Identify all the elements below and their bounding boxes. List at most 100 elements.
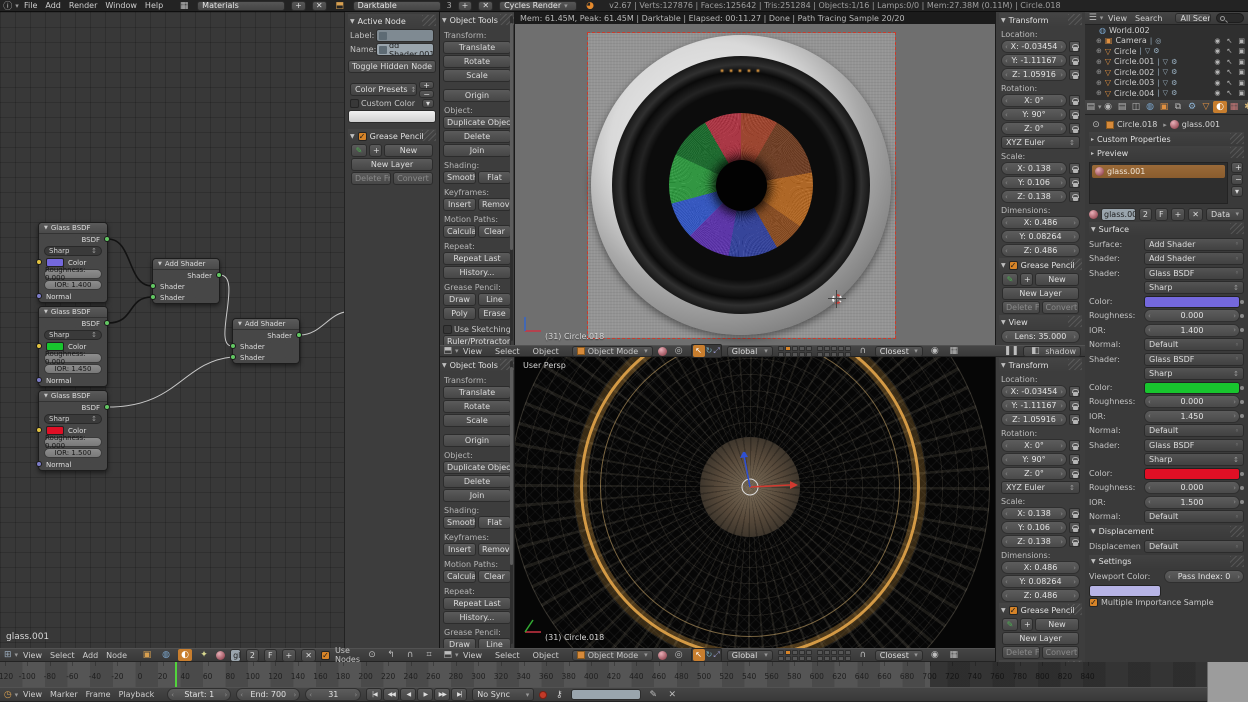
- layer-toggle[interactable]: [785, 352, 791, 357]
- layer-toggle[interactable]: [824, 346, 830, 351]
- scale-z-field[interactable]: ‹Z: 0.138›: [1001, 535, 1067, 548]
- jump-to-start-button[interactable]: |◀: [366, 688, 382, 701]
- screen-layout-field[interactable]: Materials: [197, 1, 285, 11]
- snap-element-dropdown[interactable]: Closest▾: [875, 650, 923, 661]
- rotate-manipulator-icon[interactable]: ↻: [706, 345, 713, 357]
- use-sketching-checkbox[interactable]: [443, 325, 452, 334]
- toggle-hidden-sockets-button[interactable]: Toggle Hidden Node Sockets: [348, 60, 436, 73]
- rotate-manipulator-icon[interactable]: ↻: [706, 649, 713, 661]
- rotation-z-field[interactable]: ‹Z: 0°›: [1001, 467, 1067, 480]
- menu-add[interactable]: Add: [83, 651, 99, 660]
- rotation-z-field[interactable]: ‹Z: 0°›: [1001, 122, 1067, 135]
- node-name-input[interactable]: dd Shader.001: [376, 43, 434, 56]
- color-input-socket[interactable]: [36, 427, 42, 433]
- scene-users-badge[interactable]: 3: [447, 1, 452, 10]
- dimension-z-field[interactable]: ‹Z: 0.486›: [1001, 589, 1080, 602]
- tab-render-layers-icon[interactable]: ▤: [1115, 101, 1129, 113]
- node-header[interactable]: ▼Add Shader: [233, 319, 299, 330]
- proportional-edit-icon[interactable]: ◉: [928, 649, 942, 661]
- render-engine-dropdown[interactable]: Cycles Render▾: [499, 1, 577, 11]
- insert-keyframe-icon[interactable]: ✎: [646, 689, 660, 701]
- translate-manipulator[interactable]: [720, 452, 800, 522]
- pass-index-field[interactable]: ‹Pass Index: 0›: [1164, 570, 1244, 583]
- sync-dropdown[interactable]: No Sync▾: [472, 688, 534, 701]
- roughness-slider[interactable]: Roughness: 0.000: [44, 353, 102, 363]
- location-x-field[interactable]: ‹X: -0.03454›: [1001, 385, 1067, 398]
- material-add-button[interactable]: +: [1171, 208, 1186, 221]
- keying-set-field[interactable]: [571, 689, 641, 700]
- shader-1-dropdown[interactable]: Glass BSDF◦: [1144, 267, 1244, 280]
- grease-draw-icon[interactable]: ✎: [1002, 618, 1018, 631]
- object-tools-panel-header[interactable]: ▼Object Tools: [440, 358, 514, 372]
- tool-erase-button[interactable]: Erase: [478, 307, 511, 320]
- material-users-button[interactable]: 2: [1139, 208, 1152, 221]
- shader-1-roughness-field[interactable]: ‹0.000›: [1144, 309, 1240, 322]
- editor-type-properties-icon[interactable]: ▤▾: [1087, 101, 1101, 113]
- layer-toggle[interactable]: [831, 352, 837, 357]
- pin-icon[interactable]: ⊙: [365, 649, 379, 661]
- layer-toggle[interactable]: [831, 346, 837, 351]
- renderable-camera-icon[interactable]: ▣: [1238, 58, 1245, 66]
- frame-end-field[interactable]: ‹End: 700›: [236, 688, 300, 701]
- shader-3-dropdown[interactable]: Glass BSDF◦: [1144, 439, 1244, 452]
- location-y-field[interactable]: ‹Y: -1.11167›: [1001, 54, 1067, 67]
- roughness-slider[interactable]: Roughness: 0.000: [44, 437, 102, 447]
- scale-y-field[interactable]: ‹Y: 0.106›: [1001, 176, 1067, 189]
- proportional-edit-icon[interactable]: ◉: [928, 345, 942, 357]
- renderable-camera-icon[interactable]: ▣: [1238, 47, 1245, 55]
- menu-view[interactable]: View: [1108, 14, 1127, 23]
- tool-poly-button[interactable]: Poly: [443, 307, 476, 320]
- display-mode-dropdown[interactable]: All Scenes▾: [1175, 13, 1210, 23]
- tool-origin-button[interactable]: Origin: [443, 89, 511, 102]
- scale-manipulator-icon[interactable]: ⤢: [713, 649, 719, 661]
- shader-output-socket[interactable]: [216, 272, 222, 278]
- rotation-y-field[interactable]: ‹Y: 90°›: [1001, 108, 1067, 121]
- layer-toggle[interactable]: [799, 346, 805, 351]
- shader-input-socket-1[interactable]: [150, 283, 156, 289]
- editor-type-timeline-icon[interactable]: ◷▾: [4, 689, 18, 701]
- scene-delete-button[interactable]: ✕: [478, 1, 493, 11]
- menu-node[interactable]: Node: [106, 651, 127, 660]
- layer-toggle[interactable]: [792, 650, 798, 655]
- node-color-swatch[interactable]: [348, 110, 436, 123]
- selectable-arrow-icon[interactable]: ↖: [1227, 47, 1233, 55]
- menu-view[interactable]: View: [23, 690, 42, 699]
- visibility-eye-icon[interactable]: ◉: [1214, 58, 1220, 66]
- grease-new-layer-button[interactable]: New Layer: [1002, 632, 1079, 645]
- outliner-search-input[interactable]: [1216, 13, 1244, 23]
- tool-repeat-last-button[interactable]: Repeat Last: [443, 252, 511, 265]
- link-data-dropdown[interactable]: Data▾: [1206, 208, 1244, 221]
- material-add-button[interactable]: +: [282, 649, 297, 662]
- location-lock-icon[interactable]: [1069, 55, 1080, 66]
- grease-add-button[interactable]: +: [1020, 618, 1033, 631]
- layer-toggle[interactable]: [838, 346, 844, 351]
- tab-material-icon[interactable]: ◐: [1213, 101, 1227, 113]
- rotation-lock-icon[interactable]: [1069, 95, 1080, 106]
- mode-dropdown[interactable]: Object Mode▾: [572, 650, 653, 661]
- render-opengl-icon[interactable]: ▦: [947, 345, 961, 357]
- viewport-wireframe[interactable]: User Persp (31) Circle.018: [515, 357, 995, 648]
- layer-toggle[interactable]: [817, 650, 823, 655]
- fake-user-button[interactable]: F: [264, 649, 277, 662]
- socket-dot[interactable]: [1240, 414, 1244, 418]
- node-header[interactable]: ▼Glass BSDF: [39, 391, 107, 402]
- tool-repeat-last-button[interactable]: Repeat Last: [443, 597, 511, 610]
- rotation-lock-icon[interactable]: [1069, 468, 1080, 479]
- layer-toggle[interactable]: [845, 346, 851, 351]
- node-glass-bsdf-1[interactable]: ▼Glass BSDF BSDF Sharp↕ Color Roughness:…: [38, 222, 108, 303]
- tool-duplicate-objects-button[interactable]: Duplicate Objects: [443, 461, 511, 474]
- tab-object-data-icon[interactable]: ▽: [1199, 101, 1213, 113]
- outliner-item-world-002[interactable]: ◍World.002: [1085, 25, 1248, 36]
- grease-pencil-panel-header[interactable]: ▼✓Grease Pencil: [999, 258, 1082, 272]
- editor-type-outliner-icon[interactable]: ☰▾: [1089, 12, 1103, 24]
- transform-panel-header[interactable]: ▼Transform: [999, 13, 1082, 27]
- scale-y-field[interactable]: ‹Y: 0.106›: [1001, 521, 1067, 534]
- tool-history-button[interactable]: History...: [443, 611, 511, 624]
- shader-lamp-icon[interactable]: ✦: [197, 649, 211, 661]
- slot-add-button[interactable]: +: [1231, 162, 1243, 173]
- layout-delete-button[interactable]: ✕: [312, 1, 327, 11]
- material-slot-active[interactable]: glass.001: [1092, 165, 1225, 178]
- layer-toggle[interactable]: [824, 656, 830, 661]
- material-name-field[interactable]: glass.001: [1101, 208, 1136, 221]
- node-header[interactable]: ▼Add Shader: [153, 259, 219, 270]
